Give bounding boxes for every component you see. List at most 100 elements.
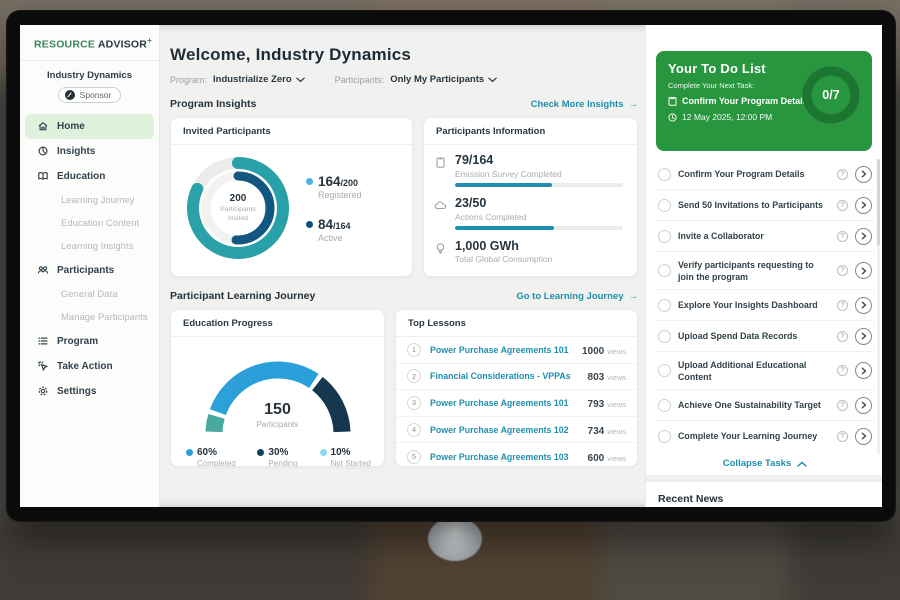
scrollbar-thumb[interactable] bbox=[877, 159, 880, 245]
task-row: Explore Your Insights Dashboard ? bbox=[656, 290, 874, 321]
task-open-button[interactable] bbox=[855, 228, 872, 245]
help-icon[interactable]: ? bbox=[837, 265, 848, 276]
registered-value: 164 bbox=[318, 174, 341, 189]
task-label: Invite a Collaborator bbox=[678, 230, 830, 242]
legend-registered: 164 /200 Registered bbox=[306, 174, 362, 200]
sidebar-item-settings[interactable]: Settings bbox=[20, 379, 159, 404]
lesson-link[interactable]: Power Purchase Agreements 102 bbox=[430, 425, 588, 435]
lesson-views: 600views bbox=[588, 448, 626, 466]
task-open-button[interactable] bbox=[855, 262, 872, 279]
lesson-link[interactable]: Power Purchase Agreements 101 bbox=[430, 398, 588, 408]
help-icon[interactable]: ? bbox=[837, 231, 848, 242]
sidebar-item-take-action[interactable]: Take Action bbox=[20, 354, 159, 379]
sidebar-item-program[interactable]: Program bbox=[20, 329, 159, 354]
task-label: Send 50 Invitations to Participants bbox=[678, 199, 830, 211]
help-icon[interactable]: ? bbox=[837, 169, 848, 180]
sidebar: RESOURCE ADVISOR+ Industry Dynamics Spon… bbox=[20, 25, 160, 507]
main-content: Welcome, Industry Dynamics Program: Indu… bbox=[160, 25, 645, 507]
views-word: views bbox=[607, 454, 626, 463]
participants-filter-dropdown[interactable]: Only My Participants bbox=[390, 74, 497, 85]
task-open-button[interactable] bbox=[855, 166, 872, 183]
task-open-button[interactable] bbox=[855, 397, 872, 414]
metric-label: Total Global Consumption bbox=[455, 254, 552, 264]
lesson-row[interactable]: 2 Financial Considerations - VPPAs 803vi… bbox=[396, 364, 637, 391]
task-checkbox[interactable] bbox=[658, 264, 671, 277]
sidebar-item-manage-participants[interactable]: Manage Participants bbox=[20, 306, 159, 329]
task-open-button[interactable] bbox=[855, 328, 872, 345]
task-open-button[interactable] bbox=[855, 297, 872, 314]
help-icon[interactable]: ? bbox=[837, 200, 848, 211]
sidebar-item-label: Home bbox=[57, 121, 85, 132]
todo-scrollbar[interactable] bbox=[877, 159, 880, 455]
metric-content: 1,000 GWh Total Global Consumption bbox=[455, 240, 552, 265]
check-more-insights-link[interactable]: Check More Insights → bbox=[531, 99, 638, 110]
task-open-button[interactable] bbox=[855, 428, 872, 445]
lesson-link[interactable]: Financial Considerations - VPPAs bbox=[430, 371, 588, 381]
metric-label: Actions Completed bbox=[455, 212, 623, 222]
chevron-down-icon bbox=[488, 77, 497, 83]
invited-donut-chart: 200 Participants Invited bbox=[179, 149, 297, 267]
task-label: Verify participants requesting to join t… bbox=[678, 259, 830, 283]
sponsor-label: Sponsor bbox=[80, 90, 112, 100]
chevron-down-icon bbox=[296, 77, 305, 83]
task-open-button[interactable] bbox=[855, 197, 872, 214]
lesson-row[interactable]: 5 Power Purchase Agreements 103 600views bbox=[396, 443, 637, 467]
help-icon[interactable]: ? bbox=[837, 331, 848, 342]
task-checkbox[interactable] bbox=[658, 299, 671, 312]
task-checkbox[interactable] bbox=[658, 168, 671, 181]
lesson-row[interactable]: 4 Power Purchase Agreements 102 734views bbox=[396, 417, 637, 444]
sidebar-item-learning-insights[interactable]: Learning Insights bbox=[20, 235, 159, 258]
participants-icon bbox=[37, 264, 49, 276]
program-filter-dropdown[interactable]: Industrialize Zero bbox=[213, 74, 305, 85]
todo-summary-card: Your To Do List Complete Your Next Task:… bbox=[656, 51, 872, 151]
sidebar-item-learning-journey[interactable]: Learning Journey bbox=[20, 189, 159, 212]
registered-label: Registered bbox=[318, 190, 362, 200]
sidebar-item-education-content[interactable]: Education Content bbox=[20, 212, 159, 235]
lesson-link[interactable]: Power Purchase Agreements 103 bbox=[430, 452, 588, 462]
progress-bar bbox=[455, 226, 623, 230]
lesson-row[interactable]: 1 Power Purchase Agreements 101 1000view… bbox=[396, 337, 637, 364]
task-checkbox[interactable] bbox=[658, 399, 671, 412]
sidebar-item-home[interactable]: Home bbox=[25, 114, 154, 139]
organization-name: Industry Dynamics bbox=[20, 70, 159, 81]
help-icon[interactable]: ? bbox=[837, 431, 848, 442]
scene: RESOURCE ADVISOR+ Industry Dynamics Spon… bbox=[0, 0, 900, 600]
completed-label: Completed bbox=[197, 459, 236, 467]
task-checkbox[interactable] bbox=[658, 330, 671, 343]
todo-progress-ring: 0/7 bbox=[800, 64, 862, 126]
lesson-rank: 2 bbox=[407, 369, 421, 383]
arrow-right-icon: → bbox=[629, 291, 639, 302]
task-row: Send 50 Invitations to Participants ? bbox=[656, 190, 874, 221]
progress-fill bbox=[455, 226, 554, 230]
sidebar-item-label: Insights bbox=[57, 146, 95, 157]
help-icon[interactable]: ? bbox=[837, 365, 848, 376]
help-icon[interactable]: ? bbox=[837, 400, 848, 411]
sponsor-badge[interactable]: Sponsor bbox=[58, 87, 122, 103]
task-checkbox[interactable] bbox=[658, 230, 671, 243]
task-checkbox[interactable] bbox=[658, 430, 671, 443]
go-to-learning-journey-link[interactable]: Go to Learning Journey → bbox=[516, 291, 638, 302]
progress-fill bbox=[455, 183, 552, 187]
task-open-button[interactable] bbox=[855, 362, 872, 379]
gauge-legend: 60% Completed 30% Pending 10% Not Starte… bbox=[171, 444, 384, 467]
task-checkbox[interactable] bbox=[658, 199, 671, 212]
metric-content: 23/50 Actions Completed bbox=[455, 197, 623, 230]
task-label: Upload Spend Data Records bbox=[678, 330, 830, 342]
sidebar-item-education[interactable]: Education bbox=[20, 164, 159, 189]
sidebar-item-insights[interactable]: Insights bbox=[20, 139, 159, 164]
collapse-tasks-link[interactable]: Collapse Tasks bbox=[656, 451, 874, 475]
task-checkbox[interactable] bbox=[658, 364, 671, 377]
not-started-pct: 10% bbox=[331, 447, 351, 458]
lesson-row[interactable]: 3 Power Purchase Agreements 101 793views bbox=[396, 390, 637, 417]
sidebar-item-participants[interactable]: Participants bbox=[20, 258, 159, 283]
views-word: views bbox=[607, 400, 626, 409]
lesson-rank: 5 bbox=[407, 450, 421, 464]
app-logo: RESOURCE ADVISOR+ bbox=[20, 36, 159, 51]
sidebar-item-general-data[interactable]: General Data bbox=[20, 283, 159, 306]
lesson-views: 1000views bbox=[582, 341, 626, 359]
help-icon[interactable]: ? bbox=[837, 300, 848, 311]
sidebar-item-label: General Data bbox=[61, 289, 118, 300]
active-value: 84 bbox=[318, 217, 333, 232]
sponsor-icon bbox=[65, 90, 75, 100]
lesson-link[interactable]: Power Purchase Agreements 101 bbox=[430, 345, 582, 355]
